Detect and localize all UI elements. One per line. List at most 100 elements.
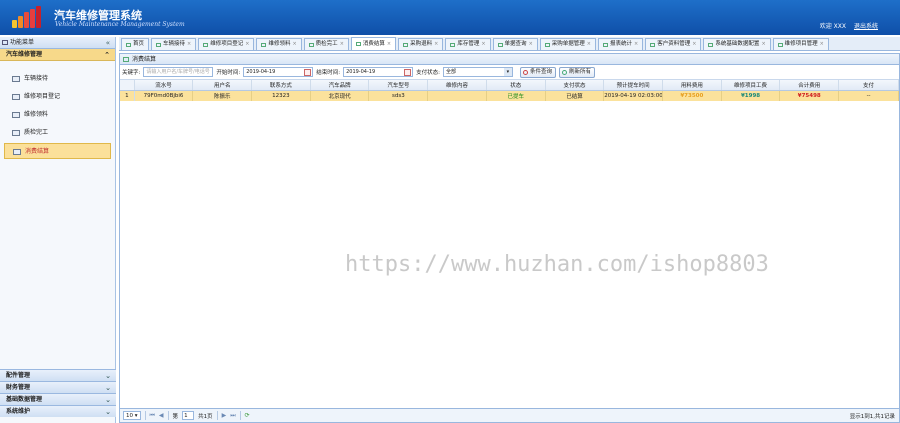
close-icon[interactable]: ×	[292, 39, 296, 50]
page-total: 共1页	[198, 413, 213, 420]
tab-purchase-documents[interactable]: 采购单据管理 ×	[539, 38, 596, 50]
close-icon[interactable]: ×	[481, 39, 485, 50]
tab-settlement[interactable]: 消费结算 ×	[350, 37, 397, 50]
sidebar-group-system[interactable]: 系统维护 ⌄	[0, 405, 116, 417]
close-icon[interactable]: ×	[245, 39, 249, 50]
sidebar-header-label: 功能菜单	[10, 39, 35, 46]
row-number-header	[120, 80, 135, 91]
close-icon[interactable]: ×	[587, 39, 591, 50]
close-icon[interactable]: ×	[820, 39, 824, 50]
column-header[interactable]: 支付	[838, 80, 899, 91]
tab-quality-check[interactable]: 质检完工 ×	[303, 38, 349, 50]
sidebar-group-parts[interactable]: 配件管理 ⌄	[0, 369, 116, 381]
sidebar-item-repair-registration[interactable]: 维修项目登记	[4, 89, 111, 105]
next-page-icon[interactable]: ▶	[222, 412, 227, 419]
column-header[interactable]: 汽车品牌	[310, 80, 370, 91]
column-header[interactable]: 维修内容	[427, 80, 487, 91]
sidebar-item-settlement[interactable]: 消费结算	[4, 143, 111, 159]
tab-label: 消费结算	[362, 40, 385, 47]
sidebar: 功能菜单 « 汽车维修管理 ⌃ 车辆接待 维修项目登记 维修领料 质检完工 消费…	[0, 37, 116, 423]
watermark-text: https://www.huzhan.com/ishop8803	[345, 252, 769, 277]
column-header[interactable]: 预计提车时间	[603, 80, 663, 91]
close-icon[interactable]: ×	[187, 39, 191, 50]
column-header[interactable]: 用料费用	[662, 80, 722, 91]
sidebar-item-quality-check[interactable]: 质检完工	[4, 125, 111, 141]
tab-customer-info[interactable]: 客户资料管理 ×	[645, 38, 702, 50]
close-icon[interactable]: ×	[634, 39, 638, 50]
page-size-select[interactable]: 10 ▾	[123, 411, 141, 420]
checklist-icon	[308, 42, 314, 47]
car-icon	[203, 42, 209, 47]
tab-repair-registration[interactable]: 维修项目登记 ×	[198, 38, 255, 50]
sidebar-item-vehicle-reception[interactable]: 车辆接待	[4, 71, 111, 87]
close-icon[interactable]: ×	[387, 39, 391, 50]
labor-cost-cell: ¥1998	[721, 90, 781, 101]
tab-system-config[interactable]: 系统基础数据配置 ×	[703, 38, 771, 50]
first-page-icon[interactable]: ⏮	[150, 412, 155, 420]
end-time-input[interactable]: 2019-04-19	[343, 67, 414, 77]
keyword-input[interactable]: 请输入用户名/车牌号/电话号	[143, 67, 214, 77]
tab-document-query[interactable]: 单据查询 ×	[492, 38, 538, 50]
tab-label: 采购单据管理	[551, 41, 585, 47]
end-time-value: 2019-04-19	[346, 69, 376, 75]
column-header[interactable]: 合计费用	[779, 80, 840, 91]
column-header[interactable]: 联系方式	[251, 80, 311, 91]
sidebar-group-base-data[interactable]: 基础数据管理 ⌄	[0, 393, 116, 405]
last-page-icon[interactable]: ⏭	[230, 412, 235, 420]
end-time-label: 结束时间:	[316, 70, 341, 76]
prev-page-icon[interactable]: ◀	[159, 412, 164, 419]
contact-cell: 12323	[251, 90, 311, 101]
tab-material-requisition[interactable]: 维修领料 ×	[256, 38, 302, 50]
close-icon[interactable]: ×	[529, 39, 533, 50]
tab-purchase-return[interactable]: 采购退料 ×	[398, 38, 444, 50]
sidebar-group-label: 财务管理	[6, 384, 31, 391]
close-icon[interactable]: ×	[340, 39, 344, 50]
pagination-info: 显示1到1,共1记录	[849, 413, 895, 420]
chevron-up-icon: ⌃	[104, 51, 110, 59]
app-header: 汽车维修管理系统 Vehicle Maintenance Management …	[0, 0, 900, 35]
column-header[interactable]: 维修项目工费	[721, 80, 781, 91]
column-header[interactable]: 状态	[486, 80, 546, 91]
sidebar-item-label: 质检完工	[24, 129, 49, 136]
tab-report-stats[interactable]: 报表统计 ×	[597, 38, 644, 50]
sidebar-group-finance[interactable]: 财务管理 ⌄	[0, 381, 116, 393]
start-time-input[interactable]: 2019-04-19	[243, 67, 314, 77]
column-header[interactable]: 用户名	[192, 80, 253, 91]
serial-number-cell: 79F0md0Bjbi6	[134, 90, 194, 101]
collapse-icon[interactable]: «	[106, 37, 110, 49]
material-cost-cell: ¥73500	[662, 90, 722, 101]
user-icon	[650, 42, 656, 47]
pay-status-select[interactable]: 全部 ▾	[442, 67, 513, 77]
settlement-panel: 消费结算 关键字: 请输入用户名/车牌号/电话号 开始时间: 2019-04-1…	[119, 53, 900, 423]
tab-vehicle-reception[interactable]: 车辆接待 ×	[151, 38, 197, 50]
refresh-all-button[interactable]: 刷新所有	[558, 66, 595, 78]
page-number-input[interactable]: 1	[182, 411, 195, 420]
calendar-icon[interactable]	[304, 69, 312, 76]
tab-label: 质检完工	[315, 41, 338, 47]
panel-title: 消费结算	[120, 54, 899, 65]
column-header[interactable]: 流水号	[134, 80, 194, 91]
tab-repair-items[interactable]: 维修项目管理 ×	[772, 38, 829, 50]
search-button[interactable]: 条件查询	[519, 66, 556, 78]
close-icon[interactable]: ×	[692, 39, 696, 50]
tab-home[interactable]: 首页	[121, 38, 150, 50]
sidebar-item-material-requisition[interactable]: 维修领料	[4, 107, 111, 123]
page-size-value: 10	[126, 413, 133, 419]
calendar-icon[interactable]	[404, 69, 412, 76]
pickup-time-cell: 2019-04-19 02:03:00	[603, 90, 663, 101]
tab-label: 首页	[133, 41, 145, 47]
refresh-icon[interactable]: ⟳	[245, 412, 250, 419]
tab-inventory[interactable]: 库存管理 ×	[445, 38, 491, 50]
column-header[interactable]: 支付状态	[545, 80, 605, 91]
sidebar-group-vehicle-repair[interactable]: 汽车维修管理 ⌃	[0, 49, 115, 61]
logout-link[interactable]: 退出系统	[854, 21, 878, 30]
column-header[interactable]: 汽车型号	[368, 80, 429, 91]
table-row[interactable]: 1 79F0md0Bjbi6 陈振乐 12323 北京现代 sds3 已提车 已…	[120, 90, 899, 101]
tab-label: 维修项目管理	[784, 41, 818, 47]
pay-action-cell[interactable]: --	[838, 90, 899, 101]
close-icon[interactable]: ×	[761, 39, 765, 50]
search-icon	[497, 42, 503, 47]
tab-label: 系统基础数据配置	[715, 41, 760, 47]
sidebar-group-label: 基础数据管理	[6, 396, 43, 403]
close-icon[interactable]: ×	[434, 39, 438, 50]
